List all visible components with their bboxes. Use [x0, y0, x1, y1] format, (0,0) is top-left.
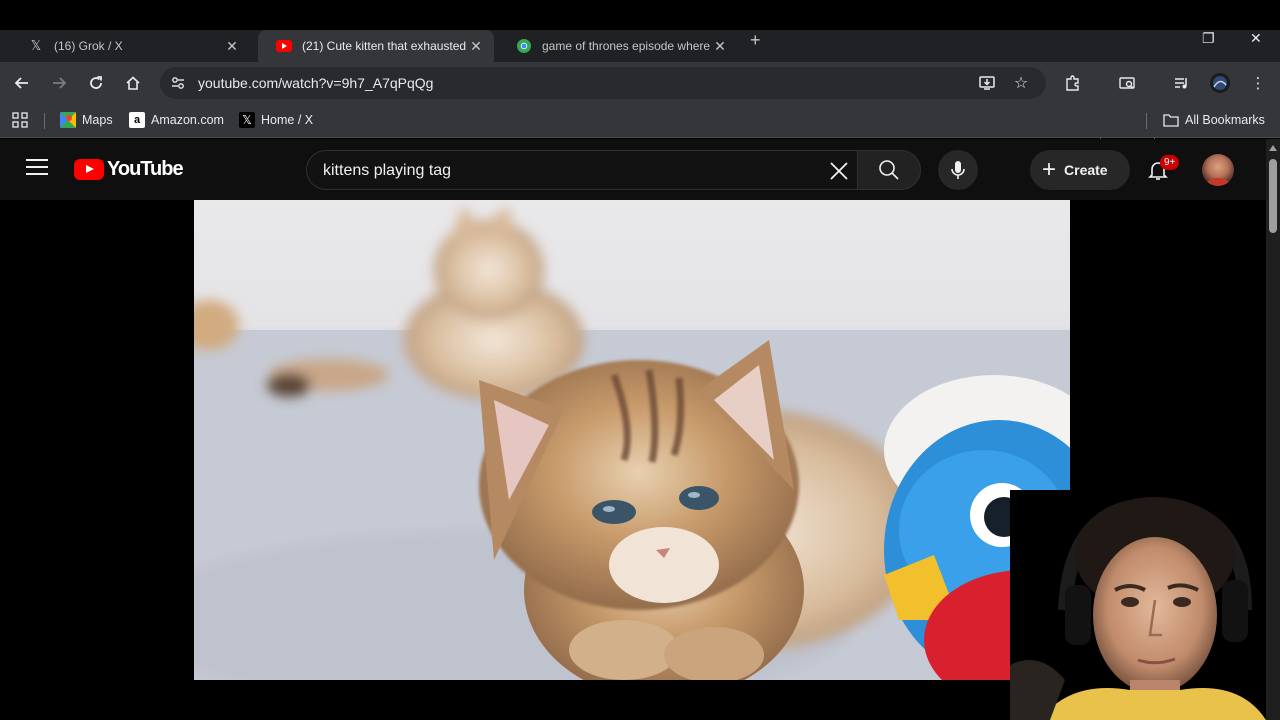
- browser-toolbar: youtube.com/watch?v=9h7_A7qPqQg ☆ ⋮: [0, 62, 1280, 151]
- notification-count-badge: 9+: [1160, 155, 1180, 170]
- x-logo-icon: 𝕏: [30, 38, 42, 53]
- chrome-icon: [516, 38, 532, 54]
- youtube-icon: [276, 38, 292, 54]
- bookmark-maps[interactable]: Maps: [60, 112, 113, 128]
- chrome-menu-icon[interactable]: ⋮: [1248, 73, 1268, 93]
- account-avatar[interactable]: [1202, 154, 1234, 186]
- guide-menu-icon[interactable]: [26, 159, 48, 177]
- all-bookmarks-label: All Bookmarks: [1185, 113, 1265, 127]
- tab-close-icon[interactable]: ✕: [712, 38, 728, 55]
- plus-icon: +: [1042, 156, 1057, 183]
- youtube-logo[interactable]: YouTube: [74, 158, 184, 181]
- media-controls-icon[interactable]: [1172, 73, 1192, 93]
- profile-avatar-icon[interactable]: [1210, 73, 1230, 93]
- webcam-overlay: [1010, 490, 1266, 720]
- address-url: youtube.com/watch?v=9h7_A7qPqQg: [198, 75, 434, 91]
- video-player[interactable]: [194, 200, 1070, 680]
- all-bookmarks-button[interactable]: All Bookmarks: [1163, 112, 1265, 128]
- forward-arrow-icon[interactable]: [47, 71, 71, 95]
- install-app-icon[interactable]: [978, 74, 996, 92]
- new-tab-button[interactable]: +: [750, 30, 770, 62]
- tab-title: (21) Cute kitten that exhausted: [302, 39, 467, 53]
- microphone-icon: [951, 161, 965, 179]
- bookmarks-divider: [1146, 113, 1147, 129]
- video-frame-kittens: [194, 205, 1070, 680]
- reload-icon[interactable]: [84, 71, 108, 95]
- voice-search-button[interactable]: [938, 150, 978, 190]
- youtube-masthead: YouTube kittens playing tag + Create 9+: [0, 139, 1266, 200]
- create-button[interactable]: + Create: [1030, 150, 1130, 190]
- browser-tab-youtube[interactable]: (21) Cute kitten that exhausted ✕: [258, 30, 494, 62]
- bookmarks-bar: Maps a Amazon.com 𝕏 Home / X All Bookmar…: [0, 104, 1280, 138]
- bookmark-label: Amazon.com: [151, 113, 224, 127]
- amazon-icon: a: [129, 112, 145, 128]
- folder-icon: [1163, 112, 1179, 128]
- scrollbar-thumb[interactable]: [1269, 159, 1277, 233]
- browser-tab-game-of-thrones[interactable]: game of thrones episode where ✕: [498, 30, 738, 62]
- tab-close-icon[interactable]: ✕: [468, 38, 484, 55]
- extensions-icon[interactable]: [1063, 73, 1083, 93]
- tab-title: (16) Grok / X: [54, 39, 123, 53]
- create-label: Create: [1064, 162, 1108, 178]
- apps-grid-icon[interactable]: [12, 112, 28, 128]
- bookmark-label: Home / X: [261, 113, 314, 127]
- bookmark-star-icon[interactable]: ☆: [1012, 74, 1030, 92]
- youtube-logo-text: YouTube: [107, 158, 184, 180]
- tab-title: game of thrones episode where: [542, 39, 711, 53]
- restore-window-icon[interactable]: ❐: [1202, 30, 1215, 47]
- google-maps-icon: [60, 112, 76, 128]
- address-bar[interactable]: youtube.com/watch?v=9h7_A7qPqQg ☆: [160, 67, 1046, 99]
- search-icon: [879, 160, 899, 180]
- search-input[interactable]: kittens playing tag: [306, 150, 858, 190]
- browser-tab-grok[interactable]: 𝕏 (16) Grok / X ✕: [10, 30, 250, 62]
- search-query-text: kittens playing tag: [323, 162, 452, 179]
- bookmark-label: Maps: [82, 113, 113, 127]
- back-arrow-icon[interactable]: [10, 71, 34, 95]
- scroll-up-arrow-icon[interactable]: [1269, 145, 1277, 151]
- home-icon[interactable]: [121, 71, 145, 95]
- clear-search-icon[interactable]: [827, 159, 851, 183]
- site-info-icon[interactable]: [168, 73, 188, 93]
- search-button[interactable]: [857, 150, 921, 190]
- tab-search-icon[interactable]: [1117, 73, 1137, 93]
- youtube-play-logo-icon: [74, 159, 104, 180]
- page-scrollbar[interactable]: [1266, 139, 1280, 720]
- close-window-icon[interactable]: ✕: [1250, 30, 1262, 47]
- tab-close-icon[interactable]: ✕: [224, 38, 240, 55]
- bookmark-home-x[interactable]: 𝕏 Home / X: [239, 112, 313, 128]
- x-logo-icon: 𝕏: [239, 112, 255, 128]
- webcam-person-image: [1010, 490, 1266, 720]
- bookmark-amazon[interactable]: a Amazon.com: [129, 112, 224, 128]
- bookmarks-divider: [44, 113, 45, 129]
